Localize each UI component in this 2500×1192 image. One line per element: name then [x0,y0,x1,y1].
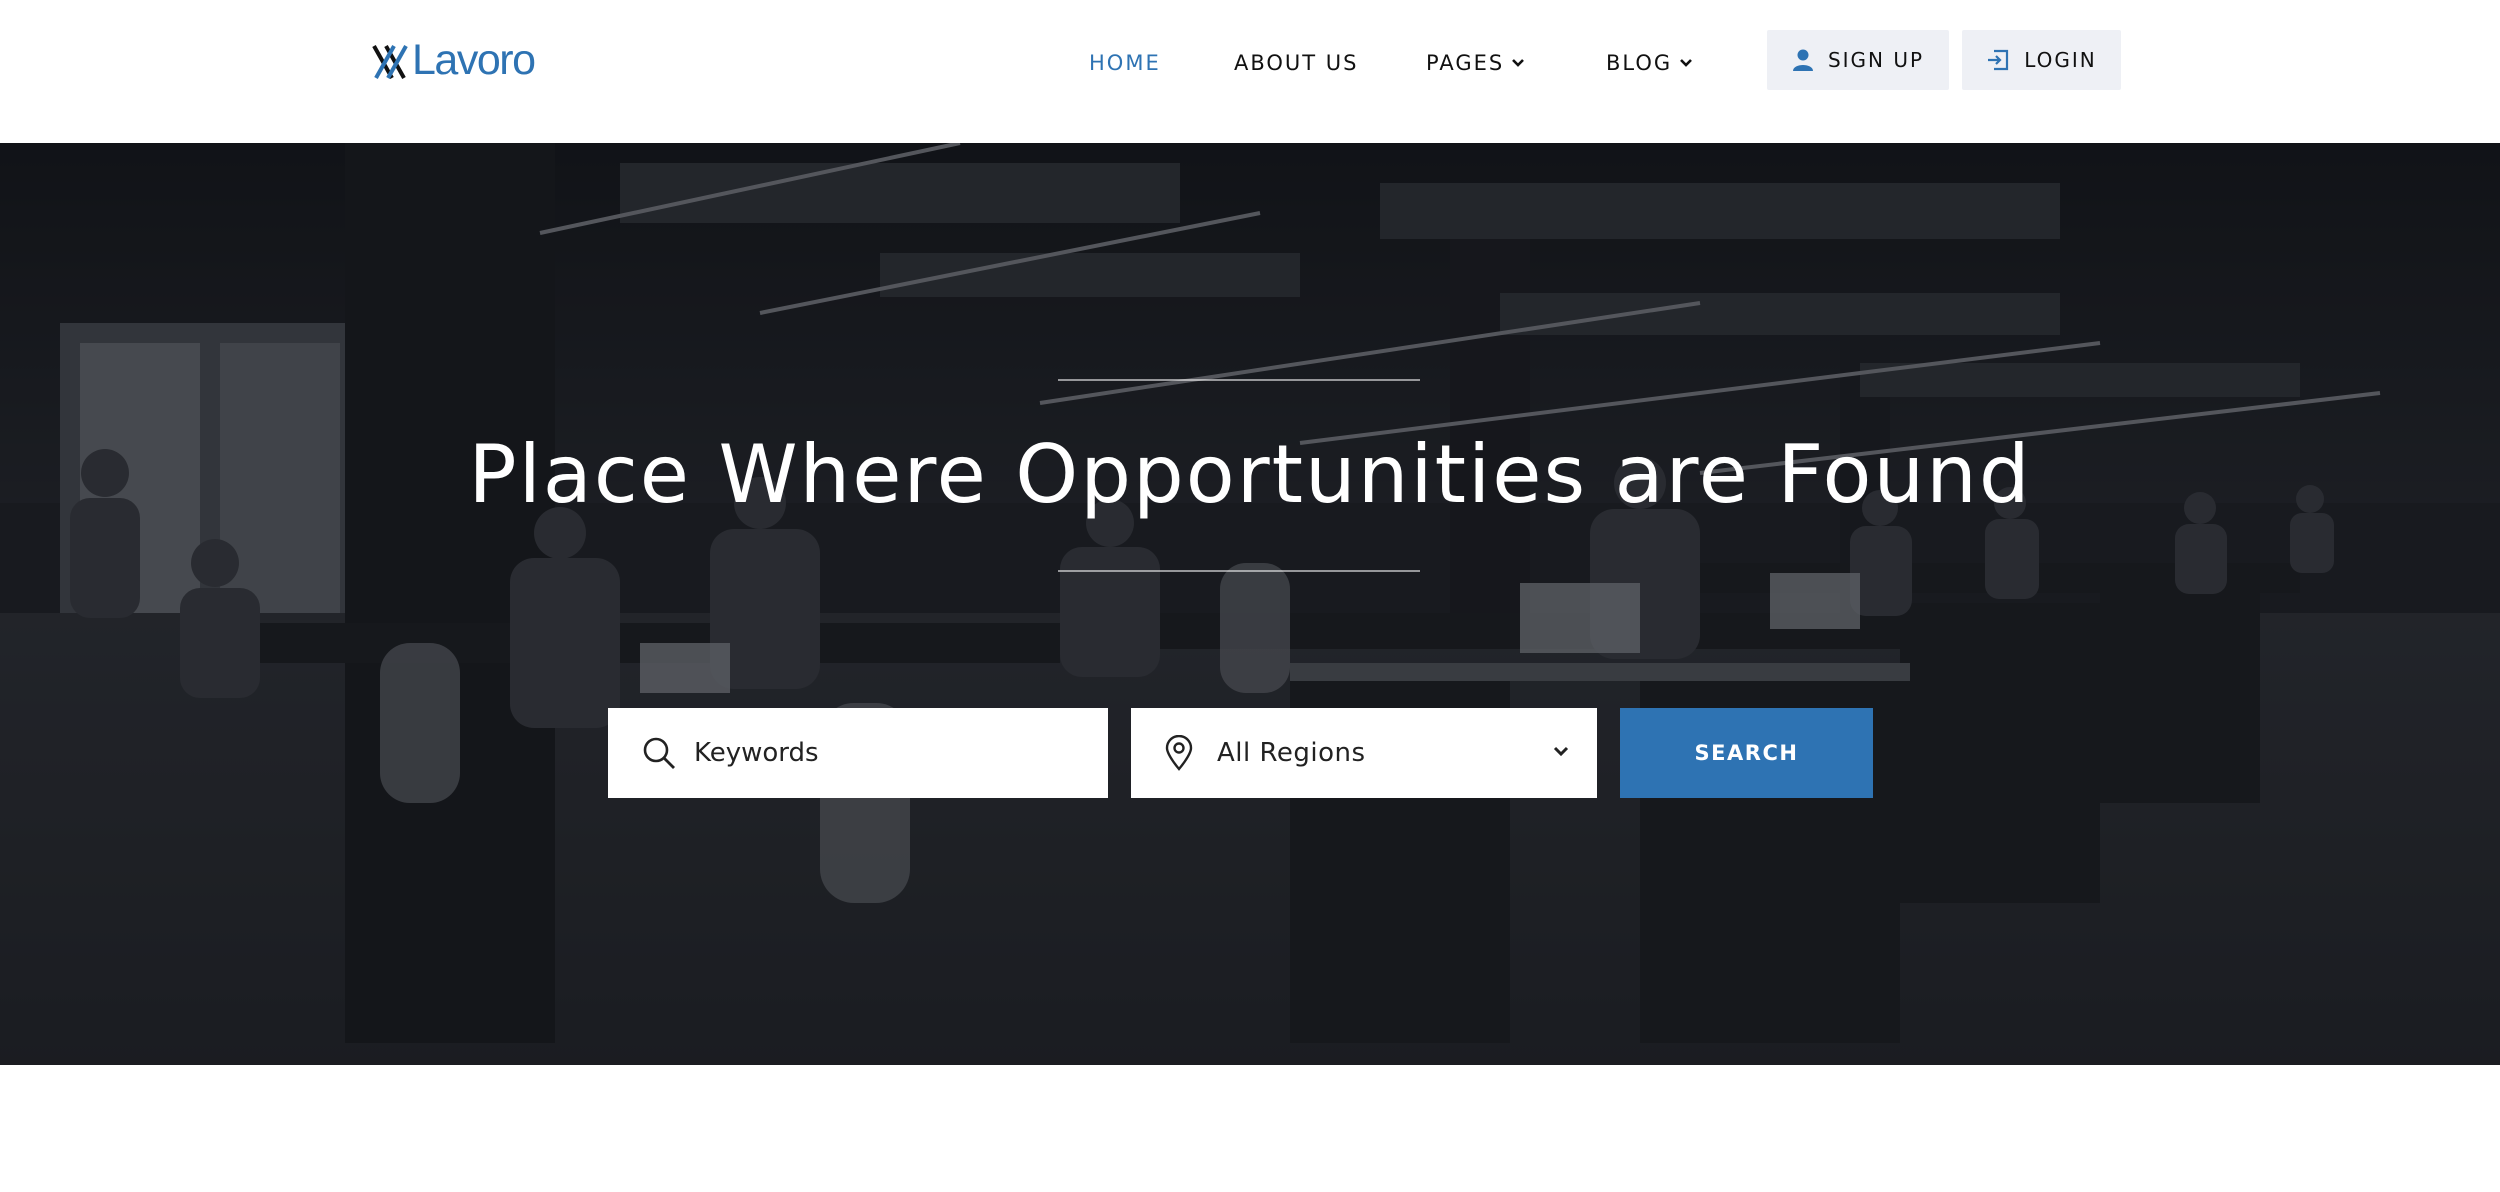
login-icon [1988,49,2009,71]
title-divider-bottom [1058,570,1420,572]
nav-pages-label: PAGES [1426,51,1505,75]
nav-about-us-label: ABOUT US [1234,51,1359,75]
region-selected-value: All Regions [1217,738,1366,768]
chevron-down-icon [1680,59,1693,67]
title-divider-top [1058,379,1420,381]
nav-home[interactable]: HOME [1089,48,1161,78]
user-icon [1792,49,1813,71]
signup-button[interactable]: SIGN UP [1767,30,1949,90]
logo-mark-icon [372,45,408,79]
site-logo[interactable]: Lavoro [372,36,536,84]
location-pin-icon [1165,735,1193,771]
signup-label: SIGN UP [1827,48,1925,72]
search-button[interactable]: SEARCH [1620,708,1873,798]
hero-title: Place Where Opportunities are Found [468,428,2032,521]
nav-about-us[interactable]: ABOUT US [1234,48,1359,78]
login-label: LOGIN [2024,48,2097,72]
site-header: Lavoro HOME ABOUT US PAGES BLOG SIGN UP [0,0,2500,143]
hero-section: Place Where Opportunities are Found All … [0,143,2500,1065]
hero-overlay [0,143,2500,1065]
nav-blog[interactable]: BLOG [1606,48,1693,78]
logo-text: Lavoro [412,36,536,84]
nav-home-label: HOME [1089,51,1161,75]
chevron-down-icon [1512,59,1525,67]
login-button[interactable]: LOGIN [1962,30,2121,90]
chevron-down-icon [1553,746,1569,757]
nav-blog-label: BLOG [1606,51,1673,75]
keywords-field[interactable] [608,708,1108,798]
region-select[interactable]: All Regions [1131,708,1597,798]
keywords-input[interactable] [694,708,1094,798]
search-icon [643,737,675,769]
nav-pages[interactable]: PAGES [1426,48,1525,78]
